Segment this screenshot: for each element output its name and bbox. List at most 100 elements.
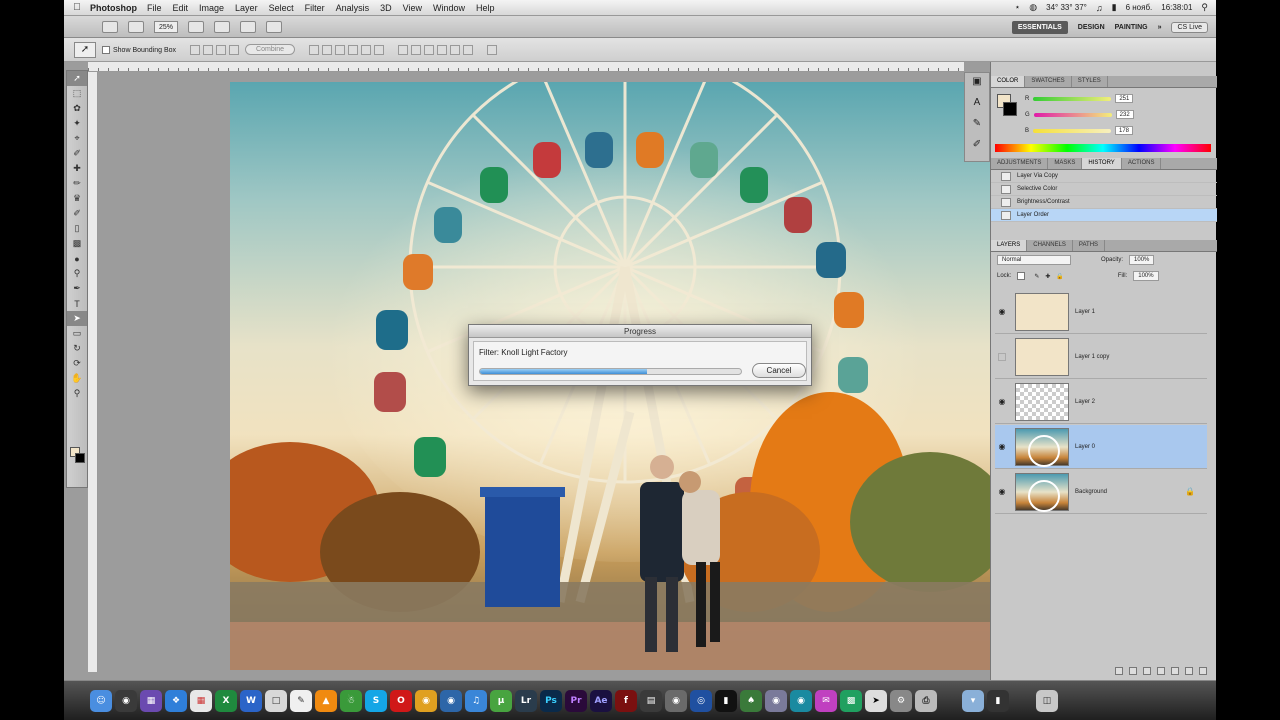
align-hcenter-button[interactable] [361, 44, 372, 55]
screen-mode-button[interactable] [266, 20, 283, 33]
blend-mode-select[interactable]: Normal [997, 255, 1071, 265]
skype-icon[interactable]: S [365, 689, 387, 712]
tab-channels[interactable]: CHANNELS [1027, 240, 1073, 251]
3d-orbit-tool-icon[interactable]: ⟳ [67, 356, 87, 371]
menu-edit[interactable]: Edit [173, 3, 189, 13]
battery-icon[interactable]: ▮ [1112, 2, 1117, 13]
lasso-tool-icon[interactable]: ✿ [67, 101, 87, 116]
tab-history[interactable]: HISTORY [1082, 158, 1122, 169]
cancel-button[interactable]: Cancel [752, 363, 806, 378]
tool-presets-icon[interactable]: ✎ [967, 118, 987, 136]
brush-tool-icon[interactable]: ✏ [67, 176, 87, 191]
zoom-tool-icon[interactable]: ⚲ [67, 386, 87, 401]
workspace-more[interactable]: » [1158, 24, 1162, 31]
menu-view[interactable]: View [403, 3, 422, 13]
distribute-5-button[interactable] [450, 44, 461, 55]
workspace-essentials[interactable]: ESSENTIALS [1011, 20, 1068, 34]
eraser-tool-icon[interactable]: ▯ [67, 221, 87, 236]
itunes-icon[interactable]: ♫ [465, 689, 487, 712]
path-op-3[interactable] [216, 44, 227, 55]
3d-rotate-tool-icon[interactable]: ↻ [67, 341, 87, 356]
volume-icon[interactable]: ♫ [1096, 3, 1103, 13]
dodge-tool-icon[interactable]: ⚲ [67, 266, 87, 281]
cursor-icon[interactable]: ➤ [865, 689, 887, 712]
clone-stamp-tool-icon[interactable]: ♛ [67, 191, 87, 206]
lightroom-icon[interactable]: Lr [515, 689, 537, 712]
align-top-button[interactable] [309, 44, 320, 55]
history-item-selected[interactable]: Layer Order [991, 209, 1217, 222]
show-bounding-box-checkbox[interactable] [102, 45, 110, 54]
history-item[interactable]: Brightness/Contrast [991, 196, 1217, 209]
green-slider[interactable] [1033, 112, 1112, 117]
menu-help[interactable]: Help [476, 3, 495, 13]
history-brush-tool-icon[interactable]: ✐ [67, 206, 87, 221]
preferences-icon[interactable]: ⚙ [890, 689, 912, 712]
navigator-icon[interactable]: ▣ [967, 76, 987, 94]
layer-row[interactable]: ◉ Layer 2 [995, 380, 1207, 424]
utorrent-icon[interactable]: µ [490, 689, 512, 712]
new-group-button[interactable] [1171, 667, 1179, 675]
view-extras-button[interactable] [128, 20, 144, 33]
excel-icon[interactable]: X [215, 689, 237, 712]
tree-app-icon[interactable]: ♠ [740, 689, 762, 712]
new-layer-button[interactable] [1185, 667, 1193, 675]
launch-bridge-button[interactable] [102, 20, 118, 33]
color-background-swatch[interactable] [1003, 102, 1017, 116]
vlc-icon[interactable]: ▲ [315, 689, 337, 712]
layer-name[interactable]: Layer 0 [1075, 444, 1095, 450]
lock-transparent-pixels[interactable] [1017, 272, 1026, 280]
auto-align-button[interactable] [487, 44, 498, 55]
tab-masks[interactable]: MASKS [1048, 158, 1083, 169]
downloads-icon[interactable]: ▾ [962, 689, 984, 712]
move-tool-icon[interactable]: ➚ [67, 71, 87, 86]
path-op-4[interactable] [229, 44, 240, 55]
tab-swatches[interactable]: SWATCHES [1025, 76, 1072, 87]
distribute-3-button[interactable] [424, 44, 435, 55]
workspace-design[interactable]: DESIGN [1078, 24, 1105, 31]
layer-name[interactable]: Layer 1 [1075, 309, 1095, 315]
align-bottom-button[interactable] [335, 44, 346, 55]
distribute-4-button[interactable] [437, 44, 448, 55]
workspace-painting[interactable]: PAINTING [1115, 24, 1148, 31]
opera-icon[interactable]: O [390, 689, 412, 712]
finder-icon[interactable]: ☺ [90, 689, 112, 712]
eye-icon[interactable]: ◉ [995, 487, 1009, 496]
layer-name[interactable]: Layer 1 copy [1075, 354, 1109, 360]
wifi-icon[interactable]: ◍ [1029, 2, 1037, 13]
arrange-documents-button[interactable] [240, 20, 257, 33]
move-tool-preset-icon[interactable]: ➚ [74, 41, 96, 58]
distribute-1-button[interactable] [398, 44, 409, 55]
premiere-icon[interactable]: Pr [565, 689, 587, 712]
menu-analysis[interactable]: Analysis [336, 3, 370, 13]
layer-row[interactable]: Layer 1 copy [995, 335, 1207, 379]
blue-slider[interactable] [1033, 128, 1112, 133]
path-selection-tool-icon[interactable]: ➤ [67, 311, 87, 326]
menu-filter[interactable]: Filter [305, 3, 325, 13]
hand-tool-button[interactable] [188, 20, 205, 33]
flash-player-icon[interactable]: f [615, 689, 637, 712]
add-layer-style-button[interactable] [1129, 667, 1137, 675]
cs-live-button[interactable]: CS Live [1171, 21, 1208, 33]
eye-icon[interactable]: ◉ [995, 442, 1009, 451]
notes-icon[interactable]: ✎ [290, 689, 312, 712]
new-adjustment-button[interactable] [1157, 667, 1165, 675]
automator-icon[interactable]: ☃ [340, 689, 362, 712]
character-icon[interactable]: A [967, 97, 987, 115]
safari-icon[interactable]: ❖ [165, 689, 187, 712]
dashboard-icon[interactable]: ◉ [115, 689, 137, 712]
eyedropper-tool-icon[interactable]: ✐ [67, 146, 87, 161]
chrome-icon[interactable]: ◉ [415, 689, 437, 712]
show-bounding-box-option[interactable]: Show Bounding Box [102, 45, 176, 54]
menu-select[interactable]: Select [269, 3, 294, 13]
disk-utility-icon[interactable]: ◉ [765, 689, 787, 712]
path-op-1[interactable] [190, 44, 201, 55]
color-spectrum-ramp[interactable] [995, 144, 1211, 152]
menu-window[interactable]: Window [433, 3, 465, 13]
crop-tool-icon[interactable]: ⌖ [67, 131, 87, 146]
delete-layer-button[interactable] [1199, 667, 1207, 675]
history-item[interactable]: Selective Color [991, 183, 1217, 196]
healing-brush-tool-icon[interactable]: ✚ [67, 161, 87, 176]
media-encoder-icon[interactable]: ▤ [640, 689, 662, 712]
word-icon[interactable]: W [240, 689, 262, 712]
align-right-button[interactable] [374, 44, 385, 55]
